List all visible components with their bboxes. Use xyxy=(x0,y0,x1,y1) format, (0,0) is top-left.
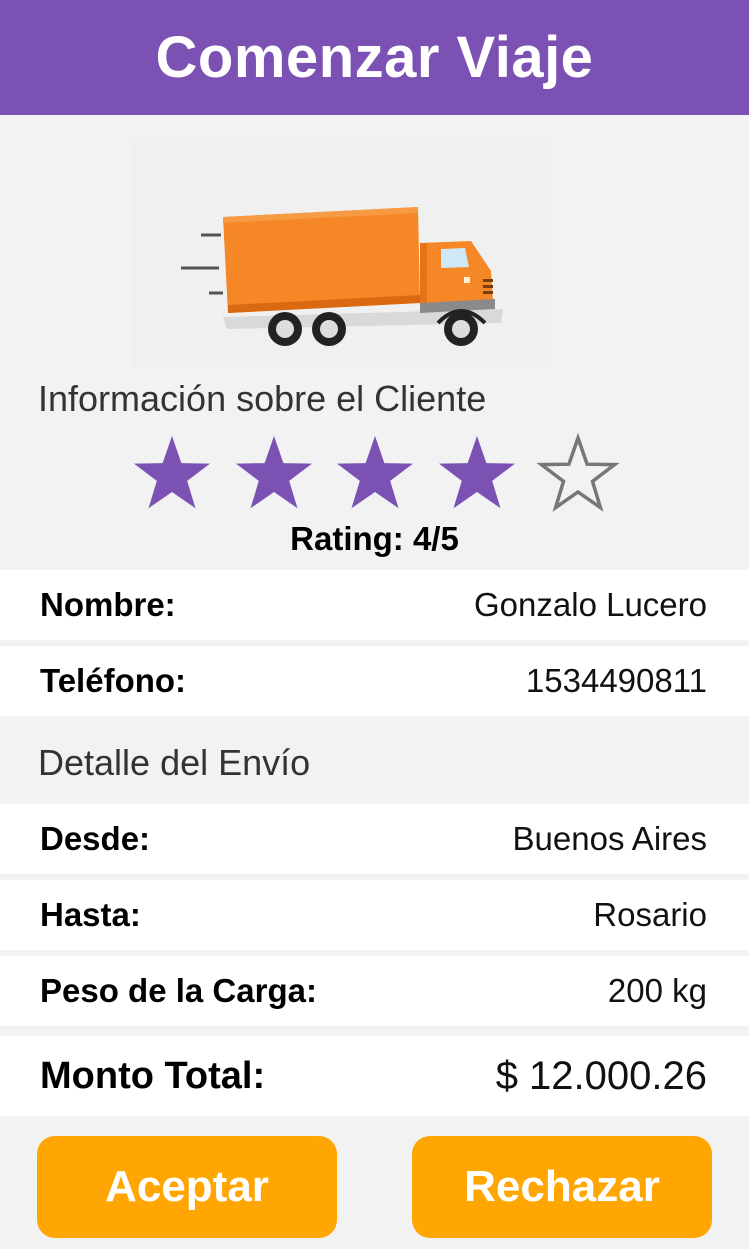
phone-value: 1534490811 xyxy=(525,662,707,699)
shipment-to-row: Hasta: Rosario xyxy=(0,880,749,950)
client-phone-row: Teléfono: 1534490811 xyxy=(0,646,749,716)
rating-label: Rating: 4/5 xyxy=(290,520,459,557)
to-label: Hasta: xyxy=(40,896,141,933)
total-label: Monto Total: xyxy=(40,1054,266,1097)
name-label: Nombre: xyxy=(40,586,176,623)
from-label: Desde: xyxy=(40,820,151,857)
star-filled-icon xyxy=(337,436,413,509)
total-value: $ 12.000.26 xyxy=(495,1053,707,1098)
total-amount-row: Monto Total: $ 12.000.26 xyxy=(0,1036,749,1116)
accept-button[interactable]: Aceptar xyxy=(37,1136,337,1238)
phone-label: Teléfono: xyxy=(40,662,187,699)
to-value: Rosario xyxy=(593,896,707,933)
client-section-title: Información sobre el Cliente xyxy=(38,378,487,419)
shipment-weight-row: Peso de la Carga: 200 kg xyxy=(0,956,749,1026)
star-filled-icon xyxy=(134,436,210,509)
from-value: Buenos Aires xyxy=(512,820,707,857)
star-empty-icon xyxy=(536,432,620,512)
star-filled-icon xyxy=(438,436,515,509)
page-title: Comenzar Viaje xyxy=(155,25,594,90)
rating-stars xyxy=(130,432,620,516)
truck-icon xyxy=(181,207,503,346)
shipment-from-row: Desde: Buenos Aires xyxy=(0,804,749,874)
star-filled-icon xyxy=(235,436,312,509)
client-name-row: Nombre: Gonzalo Lucero xyxy=(0,570,749,640)
shipment-section-title: Detalle del Envío xyxy=(38,742,311,783)
reject-button[interactable]: Rechazar xyxy=(412,1136,712,1238)
app-header: Comenzar Viaje xyxy=(0,0,749,115)
name-value: Gonzalo Lucero xyxy=(474,586,707,623)
truck-image xyxy=(133,137,551,369)
weight-value: 200 kg xyxy=(607,972,707,1009)
weight-label: Peso de la Carga: xyxy=(40,972,317,1009)
